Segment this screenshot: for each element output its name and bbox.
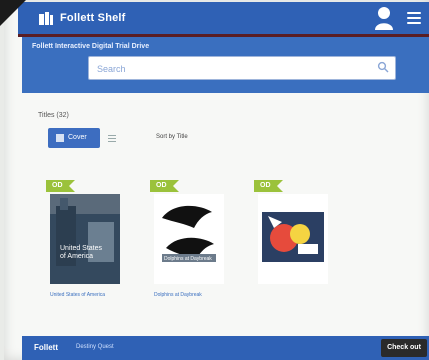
titles-count-label: Titles (32) (38, 112, 69, 119)
search-box[interactable] (88, 56, 396, 80)
footer-subtitle: Destiny Quest (76, 344, 114, 350)
title-card[interactable]: OD Dolphins at Daybreak Dolphins at Dayb… (148, 180, 226, 310)
title-card[interactable]: OD United States of America United State… (44, 180, 122, 310)
svg-text:of America: of America (60, 253, 93, 260)
sort-label[interactable]: Sort by Title (156, 134, 188, 140)
book-title[interactable]: Dolphins at Daybreak (154, 292, 224, 299)
hamburger-menu-icon[interactable] (407, 12, 421, 24)
availability-badge: OD (254, 180, 282, 192)
book-logo-icon[interactable] (38, 10, 54, 26)
search-input[interactable] (95, 60, 369, 77)
cover-view-label: Cover (68, 134, 87, 141)
book-cover-image[interactable]: United States of America (50, 194, 120, 284)
view-toolbar: Cover Sort by Title (48, 128, 408, 150)
availability-badge: OD (150, 180, 178, 192)
book-cover-image[interactable]: Dolphins at Daybreak (154, 194, 224, 284)
footer-bar: Follett Destiny Quest Check out (22, 336, 429, 360)
check-out-button[interactable]: Check out (381, 339, 427, 357)
search-section: Follett Interactive Digital Trial Drive (22, 37, 429, 93)
availability-badge: OD (46, 180, 74, 192)
monitor-bezel (0, 0, 26, 26)
collection-label[interactable]: Follett Interactive Digital Trial Drive (32, 43, 149, 50)
footer-brand[interactable]: Follett (34, 343, 58, 352)
search-icon[interactable] (377, 61, 389, 73)
screen-frame: Follett Shelf Follett Interactive Digita… (4, 0, 429, 360)
grid-icon (56, 134, 64, 142)
svg-text:United States: United States (60, 245, 103, 252)
book-cover-image[interactable] (258, 194, 328, 284)
book-title[interactable]: United States of America (50, 292, 120, 299)
user-icon[interactable] (373, 6, 395, 30)
app-header: Follett Shelf (18, 2, 429, 37)
list-view-icon[interactable] (108, 134, 116, 142)
title-grid: OD United States of America United State… (44, 180, 404, 320)
cover-view-button[interactable]: Cover (48, 128, 100, 148)
svg-text:Dolphins at Daybreak: Dolphins at Daybreak (164, 256, 212, 262)
title-card[interactable]: OD (252, 180, 330, 310)
brand-name[interactable]: Follett Shelf (60, 12, 126, 24)
